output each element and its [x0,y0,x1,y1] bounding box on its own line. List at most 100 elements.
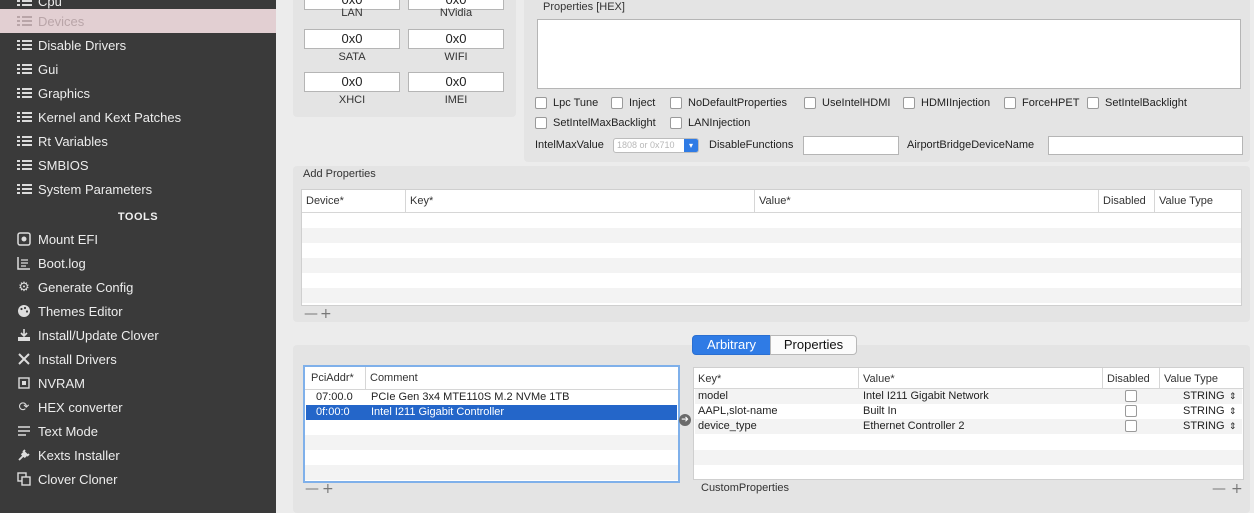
tool-kexts-installer[interactable]: Kexts Installer [0,443,276,467]
use-intel-hdmi-checkbox[interactable]: UseIntelHDMI [804,97,890,109]
tab-properties[interactable]: Properties [770,335,857,355]
add-property-button[interactable]: + [1231,481,1243,497]
remove-row-button[interactable]: — [304,306,318,322]
wifi-label: WIFI [444,51,468,63]
sata-field[interactable]: 0x0 [304,29,400,49]
sidebar-item-rt-variables[interactable]: Rt Variables [0,129,276,153]
column-header-key[interactable]: Key* [406,190,755,212]
tab-arbitrary[interactable]: Arbitrary [692,335,771,355]
table-row [694,450,1243,465]
tool-boot-log[interactable]: Boot.log [0,251,276,275]
tool-nvram[interactable]: NVRAM [0,371,276,395]
airport-bridge-label: AirportBridgeDeviceName [907,139,1035,151]
sidebar-item-smbios[interactable]: SMBIOS [0,153,276,177]
comment-cell: Intel I211 Gigabit Controller [371,406,505,418]
table-row[interactable]: model Intel I211 Gigabit Network STRING … [695,389,1242,404]
set-intel-backlight-checkbox[interactable]: SetIntelBacklight [1087,97,1187,109]
checkbox-box[interactable] [611,97,623,109]
sidebar-item-kernel-kext-patches[interactable]: Kernel and Kext Patches [0,105,276,129]
column-header-key[interactable]: Key* [694,368,859,390]
xhci-field[interactable]: 0x0 [304,72,400,92]
tool-mount-efi[interactable]: Mount EFI [0,227,276,251]
column-header-disabled[interactable]: Disabled [1103,368,1160,390]
tool-clover-cloner[interactable]: Clover Cloner [0,467,276,491]
checkbox-box[interactable] [1087,97,1099,109]
tool-themes-editor[interactable]: Themes Editor [0,299,276,323]
download-icon [16,328,32,342]
properties-hex-textarea[interactable] [537,19,1241,89]
imei-label: IMEI [444,94,468,106]
tool-install-update-clover[interactable]: Install/Update Clover [0,323,276,347]
tool-label: Themes Editor [38,303,123,319]
disabled-checkbox[interactable] [1125,420,1137,432]
checkbox-box[interactable] [903,97,915,109]
column-header-value-type[interactable]: Value Type [1160,368,1243,390]
list-icon [16,0,32,8]
stepper-icon[interactable]: ⇕ [1229,404,1237,419]
hdmi-injection-checkbox[interactable]: HDMIInjection [903,97,990,109]
wifi-field[interactable]: 0x0 [408,29,504,49]
column-header-value[interactable]: Value* [859,368,1103,390]
table-row-selected[interactable]: 0f:00:0 Intel I211 Gigabit Controller [306,405,677,420]
sidebar-item-devices[interactable]: Devices [0,9,276,33]
column-header-value-type[interactable]: Value Type [1155,190,1241,212]
sidebar-item-system-parameters[interactable]: System Parameters [0,177,276,201]
column-header-disabled[interactable]: Disabled [1099,190,1155,212]
checkbox-box[interactable] [535,97,547,109]
intel-max-value-combo[interactable]: 1808 or 0x710 ▾ [613,138,699,153]
chevron-down-icon[interactable]: ▾ [684,139,698,152]
no-default-properties-checkbox[interactable]: NoDefaultProperties [670,97,787,109]
tool-generate-config[interactable]: ⚙ Generate Config [0,275,276,299]
checkbox-box[interactable] [804,97,816,109]
value-type-cell[interactable]: STRING [1183,404,1225,419]
tool-hex-converter[interactable]: ⟳ HEX converter [0,395,276,419]
table-row[interactable]: AAPL,slot-name Built In STRING ⇕ [695,404,1242,419]
sidebar-item-disable-drivers[interactable]: Disable Drivers [0,33,276,57]
disable-functions-field[interactable] [803,136,899,155]
list-icon [16,182,32,196]
stepper-icon[interactable]: ⇕ [1229,389,1237,404]
column-header-value[interactable]: Value* [755,190,1099,212]
checkbox-box[interactable] [670,97,682,109]
imei-field[interactable]: 0x0 [408,72,504,92]
add-properties-table[interactable]: Device* Key* Value* Disabled Value Type [301,189,1242,306]
column-header-comment[interactable]: Comment [366,367,678,389]
table-row[interactable]: device_type Ethernet Controller 2 STRING… [695,419,1242,434]
tool-text-mode[interactable]: Text Mode [0,419,276,443]
disabled-checkbox[interactable] [1125,405,1137,417]
gears-icon: ⚙ [18,279,30,295]
remove-pci-button[interactable]: — [305,481,319,497]
tool-install-drivers[interactable]: Install Drivers [0,347,276,371]
checkbox-box[interactable] [670,117,682,129]
chip-icon [16,376,32,390]
sidebar-item-graphics[interactable]: Graphics [0,81,276,105]
checkbox-label: Lpc Tune [553,97,599,109]
column-header-device[interactable]: Device* [302,190,406,212]
column-header-pciaddr[interactable]: PciAddr* [305,367,366,389]
checkbox-label: Inject [629,97,656,109]
pci-device-table[interactable]: PciAddr* Comment 07:00.0 PCIe Gen 3x4 MT… [303,365,680,483]
lan-injection-checkbox[interactable]: LANInjection [670,117,750,129]
checkbox-box[interactable] [535,117,547,129]
lpc-tune-checkbox[interactable]: Lpc Tune [535,97,598,109]
disabled-checkbox[interactable] [1125,390,1137,402]
add-pci-button[interactable]: + [322,481,334,497]
inject-checkbox[interactable]: Inject [611,97,655,109]
sidebar-item-gui[interactable]: Gui [0,57,276,81]
set-intel-max-backlight-checkbox[interactable]: SetIntelMaxBacklight [535,117,656,129]
add-row-button[interactable]: + [320,306,332,322]
key-cell: model [698,390,728,402]
value-type-cell[interactable]: STRING [1183,419,1225,434]
airport-bridge-field[interactable] [1048,136,1243,155]
list-icon [16,14,32,28]
sidebar-item-label: Devices [38,13,85,29]
custom-properties-table[interactable]: Key* Value* Disabled Value Type model In… [693,367,1244,480]
force-hpet-checkbox[interactable]: ForceHPET [1004,97,1079,109]
checkbox-label: SetIntelBacklight [1105,97,1187,109]
table-row[interactable]: 07:00.0 PCIe Gen 3x4 MTE110S M.2 NVMe 1T… [306,390,677,405]
checkbox-box[interactable] [1004,97,1016,109]
palette-icon [16,304,32,318]
stepper-icon[interactable]: ⇕ [1229,419,1237,434]
value-type-cell[interactable]: STRING [1183,389,1225,404]
remove-property-button[interactable]: — [1212,481,1226,497]
